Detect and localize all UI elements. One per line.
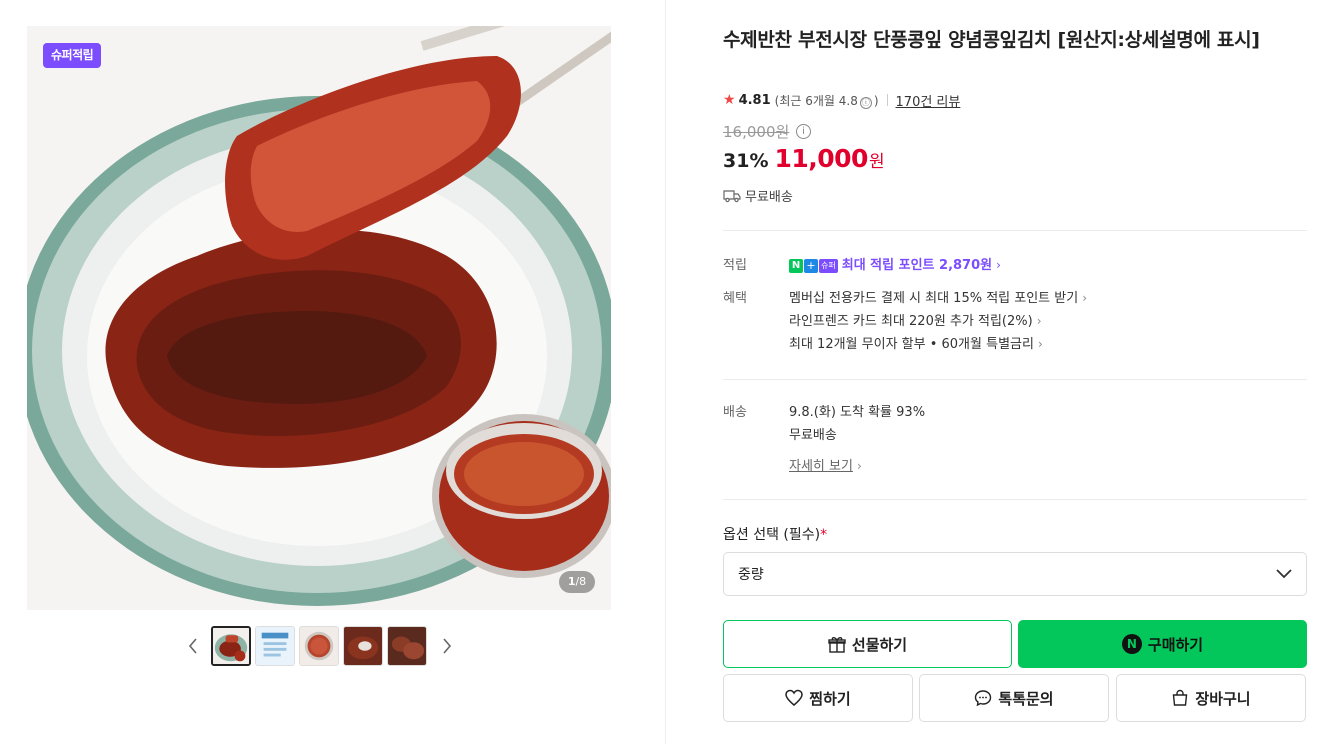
perk-item[interactable]: 라인프렌즈 카드 최대 220원 추가 적립(2%) › [789,310,1299,333]
chevron-right-icon: › [856,459,862,473]
rating-recent: (최근 6개월 4.8 ⓘ) [775,92,879,109]
delivery-detail[interactable]: 자세히 보기 › [789,455,1299,478]
gift-label: 선물하기 [851,635,908,654]
product-gallery: 슈퍼적립 1/8 [0,0,666,744]
option-selected-value: 중량 [738,567,764,583]
truck-icon [723,189,741,202]
thumbnail-strip [183,624,457,668]
thumbnail-prev-button[interactable] [183,624,203,668]
thumbnail-image [256,627,294,665]
super-badge: 슈퍼 [819,258,838,273]
points-row: 적립 N + 슈퍼 최대 적립 포인트 2,870원 › [723,254,1307,278]
gift-button[interactable]: 선물하기 [723,620,1012,668]
image-counter: 1/8 [559,571,595,593]
chat-icon [975,690,992,707]
wish-button[interactable]: 찜하기 [723,674,913,722]
currency-unit: 원 [868,152,885,172]
info-icon[interactable]: ⓘ [859,96,872,109]
reviews-link[interactable]: 170건 리뷰 [896,91,961,110]
perks-list: 멤버십 전용카드 결제 시 최대 15% 적립 포인트 받기 › 라인프렌즈 카드… [789,287,1299,356]
chevron-right-icon: › [1037,337,1043,351]
divider [723,230,1307,231]
detail-link[interactable]: 자세히 보기 [789,455,853,478]
original-price: 16,000원 [723,123,790,141]
chevron-right-icon: › [1036,314,1042,328]
divider [886,94,888,106]
free-shipping-label: 무료배송 [745,190,793,205]
rating-recent-suffix: ) [873,93,879,108]
thumbnail-5[interactable] [387,626,427,666]
required-mark: * [820,527,828,543]
cart-button[interactable]: 장바구니 [1116,674,1306,722]
delivery-arrival: 9.8.(화) 도착 확률 93% [789,405,926,420]
naver-n-badge: N [789,258,803,273]
talk-label: 톡톡문의 [998,689,1054,708]
shopping-bag-icon [1173,689,1188,706]
delivery-content: 9.8.(화) 도착 확률 93% 무료배송 자세히 보기 › [789,401,1299,478]
kimchi-photo [27,26,611,610]
delivery-row: 배송 9.8.(화) 도착 확률 93% 무료배송 자세히 보기 › [723,401,1307,481]
thumbnail-image [213,628,249,664]
chevron-right-icon: › [1082,291,1088,305]
star-icon: ★ [723,92,736,108]
thumbnail-3[interactable] [299,626,339,666]
delivery-label: 배송 [723,405,747,420]
price-info-icon[interactable]: i [796,124,811,139]
rating-row: ★ 4.81 (최근 6개월 4.8 ⓘ) 170건 리뷰 [723,90,960,110]
plus-badge: + [804,258,818,273]
main-product-image[interactable] [27,26,611,610]
divider [723,499,1307,500]
perks-row: 혜택 멤버십 전용카드 결제 시 최대 15% 적립 포인트 받기 › 라인프렌즈… [723,287,1307,357]
rating-score: 4.81 [738,92,771,108]
thumbnail-4[interactable] [343,626,383,666]
perk-text: 최대 12개월 무이자 할부 • 60개월 특별금리 [789,337,1034,352]
free-shipping: 무료배송 [723,186,793,205]
option-label: 옵션 선택 (필수)* [723,524,827,544]
perk-item[interactable]: 최대 12개월 무이자 할부 • 60개월 특별금리 › [789,333,1299,356]
perk-text: 멤버십 전용카드 결제 시 최대 15% 적립 포인트 받기 [789,291,1079,306]
gift-icon [828,637,846,653]
super-points-badge: 슈퍼적립 [43,43,102,68]
option-label-text: 옵션 선택 (필수) [723,527,821,543]
cart-label: 장바구니 [1195,689,1251,708]
chevron-left-icon [188,638,197,654]
price-row: 31% 11,000 원 [723,144,885,173]
naver-pay-icon: N [1121,634,1142,654]
delivery-fee: 무료배송 [789,428,837,443]
perk-item[interactable]: 멤버십 전용카드 결제 시 최대 15% 적립 포인트 받기 › [789,287,1299,310]
points-label: 적립 [723,258,747,273]
rating-recent-prefix: (최근 6개월 4.8 [774,93,858,108]
buy-button[interactable]: N 구매하기 [1018,620,1307,668]
chevron-right-icon: › [996,258,1001,272]
chevron-right-icon [443,638,452,654]
sale-price: 11,000 [774,144,868,173]
product-title: 수제반찬 부전시장 단풍콩잎 양념콩잎김치 [원산지:상세설명에 표시] [723,29,1260,51]
heart-icon [785,689,804,706]
option-select[interactable]: 중량 [723,552,1307,596]
discount-rate: 31% [723,150,769,172]
thumbnail-image [388,627,426,665]
buy-label: 구매하기 [1147,635,1204,654]
perk-text: 라인프렌즈 카드 최대 220원 추가 적립(2%) [789,314,1033,329]
thumbnail-next-button[interactable] [437,624,457,668]
thumbnail-2[interactable] [255,626,295,666]
talk-button[interactable]: 톡톡문의 [919,674,1109,722]
perks-label: 혜택 [723,291,747,306]
chevron-down-icon [1276,569,1292,579]
counter-total: /8 [575,575,587,588]
divider [723,379,1307,380]
thumbnail-image [344,627,382,665]
thumbnail-1[interactable] [211,626,251,666]
points-content[interactable]: N + 슈퍼 최대 적립 포인트 2,870원 › [789,254,1299,277]
wish-label: 찜하기 [809,689,851,708]
thumbnail-image [300,627,338,665]
max-points: 최대 적립 포인트 2,870원 [841,258,993,273]
